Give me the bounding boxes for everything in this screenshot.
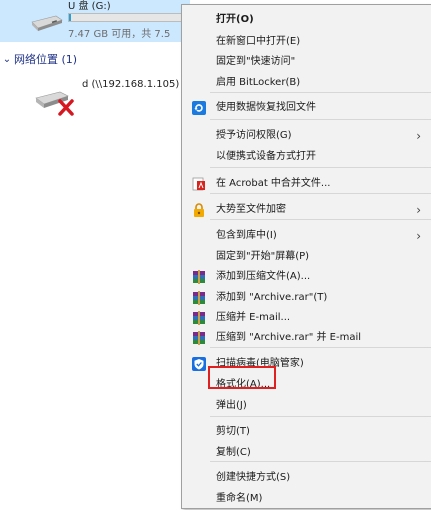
menu-item-label: 在新窗口中打开(E): [216, 36, 301, 47]
menu-item[interactable]: 大势至文件加密 ›: [182, 199, 431, 221]
winrar-icon: [192, 331, 206, 345]
menu-item[interactable]: 打开(O): [182, 9, 431, 31]
menu-item[interactable]: 剪切(T): [182, 421, 431, 443]
drive-free-space: 7.47 GB 可用，共 7.5: [68, 29, 171, 40]
menu-separator: [210, 347, 431, 348]
recovery-icon: [192, 101, 206, 115]
menu-item[interactable]: 固定到"快速访问": [182, 51, 431, 73]
menu-item-label: 包含到库中(I): [216, 230, 277, 241]
menu-separator: [210, 167, 431, 168]
chevron-down-icon: ⌄: [2, 53, 12, 65]
menu-item[interactable]: 压缩到 "Archive.rar" 并 E-mail: [182, 327, 431, 349]
lock-icon: [192, 203, 206, 217]
menu-item[interactable]: 弹出(J): [182, 395, 431, 417]
drive-name: U 盘 (G:): [68, 1, 111, 12]
menu-item-label: 创建快捷方式(S): [216, 472, 291, 483]
menu-item-label: 以便携式设备方式打开: [216, 151, 316, 162]
menu-item-label: 授予访问权限(G): [216, 130, 292, 141]
menu-item-label: 压缩并 E-mail...: [216, 312, 291, 323]
network-drive-name[interactable]: d (\\192.168.1.105) (Z: [82, 79, 193, 90]
menu-item[interactable]: 使用数据恢复找回文件: [182, 97, 431, 119]
menu-item[interactable]: 在新窗口中打开(E): [182, 31, 431, 53]
menu-item-label: 启用 BitLocker(B): [216, 77, 301, 88]
menu-item[interactable]: 以便携式设备方式打开: [182, 146, 431, 168]
menu-item[interactable]: 创建快捷方式(S): [182, 467, 431, 489]
menu-item-label: 复制(C): [216, 447, 251, 458]
menu-separator: [210, 92, 431, 93]
format-highlight-box: [208, 366, 276, 389]
menu-item-label: 使用数据恢复找回文件: [216, 102, 316, 113]
menu-separator: [210, 219, 431, 220]
menu-item[interactable]: 启用 BitLocker(B): [182, 72, 431, 94]
network-drive-disconnected-icon[interactable]: [32, 86, 76, 118]
menu-item-label: 剪切(T): [216, 426, 250, 437]
menu-item[interactable]: 授予访问权限(G) ›: [182, 125, 431, 147]
menu-separator: [210, 193, 431, 194]
acrobat-icon: [192, 177, 206, 191]
menu-item-label: 重命名(M): [216, 493, 263, 504]
menu-item[interactable]: 包含到库中(I) ›: [182, 225, 431, 247]
menu-separator: [210, 461, 431, 462]
winrar-icon: [192, 270, 206, 284]
drive-usage-fill: [69, 14, 72, 21]
menu-separator: [210, 119, 431, 120]
menu-item-label: 固定到"开始"屏幕(P): [216, 251, 310, 262]
drive-usage-bar: [68, 13, 183, 22]
menu-item-label: 大势至文件加密: [216, 204, 286, 215]
usb-drive-tile[interactable]: U 盘 (G:) 7.47 GB 可用，共 7.5: [0, 0, 190, 42]
menu-item[interactable]: 添加到压缩文件(A)...: [182, 266, 431, 288]
network-locations-header[interactable]: ⌄ 网络位置 (1): [0, 50, 77, 68]
menu-item-label: 压缩到 "Archive.rar" 并 E-mail: [216, 332, 362, 343]
menu-item[interactable]: 在 Acrobat 中合并文件...: [182, 173, 431, 195]
menu-item-label: 固定到"快速访问": [216, 56, 296, 67]
menu-item-label: 弹出(J): [216, 400, 247, 411]
shield-icon: [192, 357, 206, 371]
winrar-icon: [192, 291, 206, 305]
menu-item[interactable]: 重命名(M): [182, 488, 431, 510]
menu-item-label: 添加到 "Archive.rar"(T): [216, 292, 328, 303]
winrar-icon: [192, 311, 206, 325]
context-menu: 打开(O) 在新窗口中打开(E) 固定到"快速访问" 启用 BitLocker(B) 使…: [181, 4, 431, 509]
menu-item-label: 添加到压缩文件(A)...: [216, 271, 311, 282]
chevron-right-icon: ›: [416, 229, 421, 243]
usb-drive-icon: [31, 15, 63, 31]
menu-separator: [210, 416, 431, 417]
chevron-right-icon: ›: [416, 203, 421, 217]
menu-item-label: 在 Acrobat 中合并文件...: [216, 178, 331, 189]
menu-item[interactable]: 固定到"开始"屏幕(P): [182, 246, 431, 268]
chevron-right-icon: ›: [416, 129, 421, 143]
menu-item-label: 打开(O): [216, 14, 254, 25]
network-header-label: 网络位置 (1): [14, 53, 78, 66]
menu-item[interactable]: 添加到 "Archive.rar"(T): [182, 287, 431, 309]
menu-item[interactable]: 压缩并 E-mail...: [182, 307, 431, 329]
